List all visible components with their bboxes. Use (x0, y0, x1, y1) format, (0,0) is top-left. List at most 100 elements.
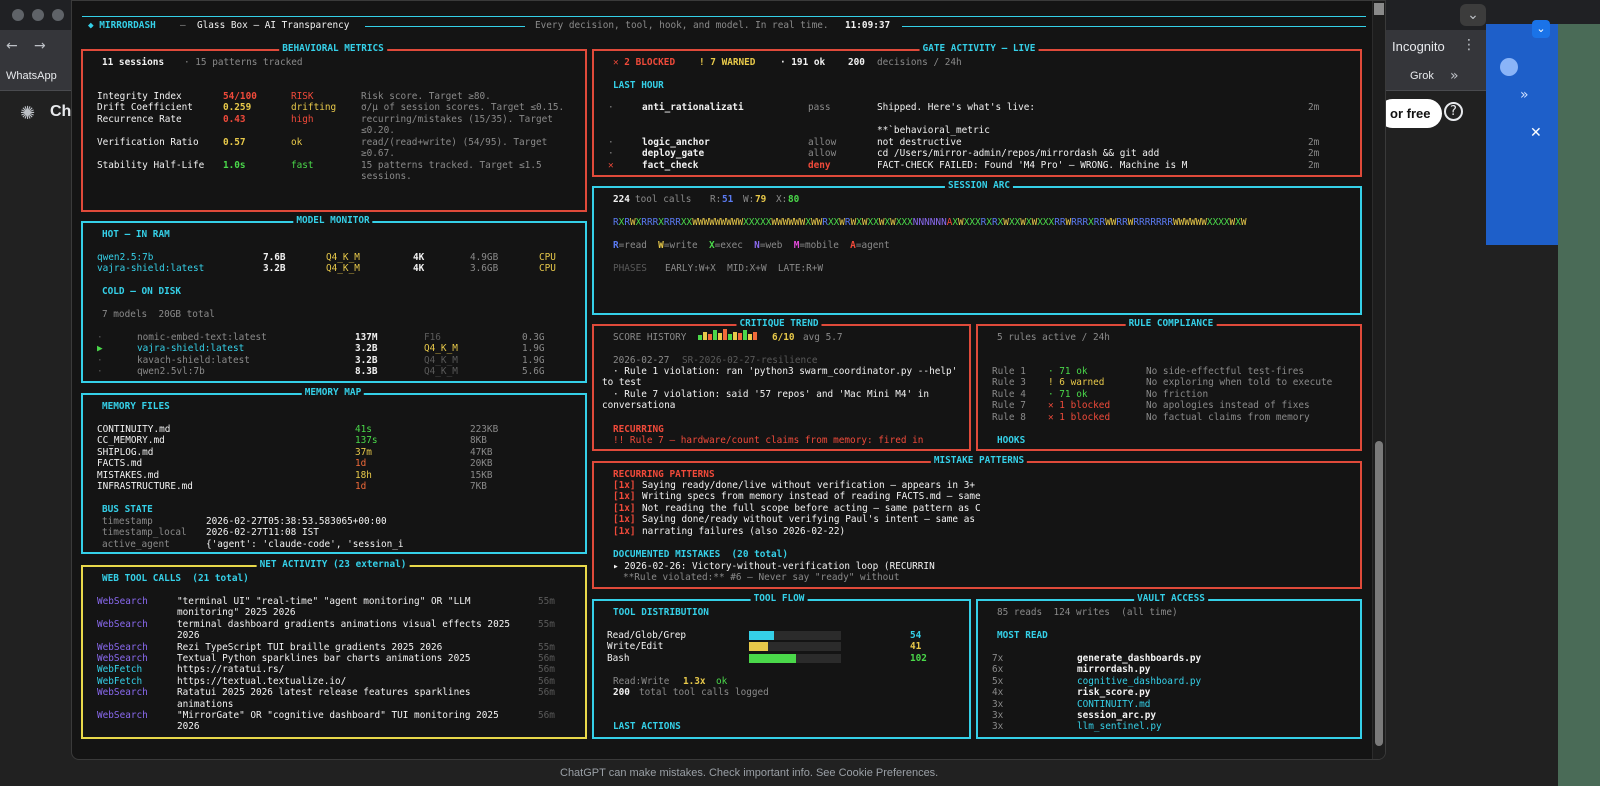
bus-value: 2026-02-27T05:38:53.583065+00:00 (206, 516, 387, 527)
panel-close-icon[interactable]: ✕ (1530, 125, 1542, 141)
window-minimize-dot[interactable] (32, 9, 44, 21)
vault-read-count: 3x (992, 721, 1004, 733)
hot-model-quant: Q4_K_M (326, 263, 360, 275)
gate-detail: FACT-CHECK FAILED: Found 'M4 Pro' — WRON… (877, 160, 1188, 171)
web-tool-query: "MirrorGate" OR "cognitive dashboard" TU… (177, 710, 499, 721)
score-sparkline (698, 329, 758, 341)
web-tool-name: WebSearch (97, 687, 148, 699)
mistake-text: Not reading the full scope before acting… (642, 502, 981, 514)
profile-chevron-icon[interactable]: ⌄ (1532, 20, 1550, 38)
read-label: R: (710, 194, 722, 205)
sparkline-bar (723, 329, 727, 341)
behavioral-metrics-title: BEHAVIORAL METRICS (279, 43, 387, 55)
vault-file-name: risk_score.py (1077, 687, 1151, 699)
panel-expand-icon[interactable]: » (1520, 87, 1529, 103)
web-tool-calls-title: WEB TOOL CALLS (21 total) (102, 573, 249, 584)
memory-file-size: 20KB (470, 458, 493, 470)
memory-file-age: 41s (355, 424, 372, 435)
window-close-dot[interactable] (12, 9, 24, 21)
total-calls-label: total tool calls logged (639, 687, 769, 698)
try-free-button[interactable]: or free (1378, 99, 1443, 128)
tool-count: 54 (910, 630, 922, 641)
vault-file-name: CONTINUITY.md (1077, 698, 1151, 710)
sparkline-bar (738, 333, 742, 341)
gate-hook-name: deploy_gate (642, 148, 705, 159)
web-tool-name: WebSearch (97, 596, 148, 607)
profile-avatar[interactable] (1500, 58, 1518, 76)
phases-label: PHASES (613, 263, 647, 274)
recurring-patterns-title: RECURRING PATTERNS (613, 469, 715, 480)
behavioral-metrics-panel: BEHAVIORAL METRICS 11 sessions · 15 patt… (81, 43, 587, 212)
hot-model-size: 4.9GB (470, 252, 499, 263)
desktop-wallpaper-strip (1558, 24, 1600, 786)
net-activity-title: NET ACTIVITY (23 external) (256, 559, 410, 571)
exec-count: 80 (788, 194, 800, 205)
rule-description: No factual claims from memory (1146, 411, 1310, 423)
sparkline-bar (713, 330, 717, 341)
rule-compliance-title: RULE COMPLIANCE (1125, 318, 1217, 330)
rule-name: Rule 4 (992, 388, 1026, 400)
critique-date: 2026-02-27 (613, 355, 670, 366)
recurring-title: RECURRING (613, 424, 664, 435)
mistake-patterns-panel: MISTAKE PATTERNS RECURRING PATTERNS [1x]… (592, 455, 1362, 589)
gate-detail: not destructive (877, 137, 962, 148)
tool-name: Read/Glob/Grep (607, 630, 687, 641)
memory-file-name: INFRASTRUCTURE.md (97, 481, 193, 492)
blocked-count: ✕ 2 BLOCKED (613, 57, 676, 68)
cold-model-name: kavach-shield:latest (137, 354, 250, 366)
tab-search-icon[interactable]: ⌄ (1460, 4, 1486, 26)
tool-flow-panel: TOOL FLOW TOOL DISTRIBUTION Read/Glob/Gr… (592, 593, 971, 739)
rule-status: · 71 ok (1048, 366, 1088, 377)
back-icon[interactable]: ← (6, 38, 18, 54)
bus-value: {'agent': 'claude-code', 'session_i (206, 538, 404, 550)
sparkline-bar (708, 334, 712, 341)
more-icon[interactable]: ⋮ (1462, 37, 1476, 53)
web-tool-query: https://textual.textualize.io/ (177, 675, 347, 687)
web-tool-age: 56m (538, 653, 555, 664)
help-icon[interactable]: ? (1444, 102, 1463, 121)
scroll-up-arrow-icon[interactable] (1374, 3, 1384, 15)
phases-value: EARLY:W+X MID:X+W LATE:R+W (665, 263, 824, 274)
critique-avg: avg 5.7 (803, 332, 843, 343)
gate-activity-panel: GATE ACTIVITY — LIVE ✕ 2 BLOCKED ! 7 WAR… (592, 43, 1362, 177)
memory-file-size: 223KB (470, 424, 499, 435)
bus-key: active_agent (102, 538, 170, 550)
model-monitor-title: MODEL MONITOR (293, 215, 373, 227)
metric-name: Verification Ratio (97, 137, 199, 148)
forward-icon[interactable]: → (34, 38, 46, 54)
tool-name: Write/Edit (607, 641, 664, 653)
write-count: 79 (755, 194, 767, 205)
web-tool-query-cont: monitoring" 2025 2026 (177, 607, 296, 619)
sparkline-bar (753, 332, 757, 341)
memory-file-size: 8KB (470, 435, 487, 447)
metric-description: σ/μ of session scores. Target ≤0.15. (361, 102, 565, 113)
bookmark-whatsapp[interactable]: WhatsApp (6, 70, 57, 82)
last-hour-title: LAST HOUR (613, 80, 664, 91)
metric-status: high (291, 114, 314, 125)
web-tool-query: terminal dashboard gradients animations … (177, 618, 511, 630)
terminal-scrollbar[interactable] (1372, 1, 1385, 759)
bookmark-grok[interactable]: Grok (1410, 70, 1434, 82)
rule-description: No side-effectful test-fires (1146, 366, 1305, 377)
vault-read-count: 3x (992, 710, 1004, 721)
incognito-label[interactable]: Incognito (1392, 39, 1445, 54)
web-tool-name: WebSearch (97, 653, 148, 664)
rule-name: Rule 1 (992, 366, 1026, 377)
sparkline-bar (728, 334, 732, 341)
memory-files-title: MEMORY FILES (102, 401, 170, 412)
arc-step: W (1240, 217, 1247, 228)
arc-sequence: RXRWXRRRXRRRXXWWWWWWWWWXXXXXWWWWWWXWWRXX… (613, 217, 1247, 228)
rules-summary: 5 rules active / 24h (997, 332, 1110, 343)
cold-model-quant: Q4_K_M (424, 343, 458, 355)
legend-label: =agent (855, 240, 890, 251)
tool-flow-title: TOOL FLOW (750, 593, 808, 605)
mistake-count: [1x] (613, 480, 636, 491)
bookmarks-overflow-icon[interactable]: » (1450, 68, 1459, 84)
window-zoom-dot[interactable] (52, 9, 64, 21)
side-panel-blue (1486, 24, 1558, 245)
memory-file-size: 47KB (470, 446, 493, 458)
web-tool-age: 55m (538, 641, 555, 653)
last-actions-title: LAST ACTIONS (613, 721, 681, 732)
cold-model-size: 5.6G (522, 366, 545, 378)
scroll-thumb[interactable] (1375, 441, 1383, 746)
